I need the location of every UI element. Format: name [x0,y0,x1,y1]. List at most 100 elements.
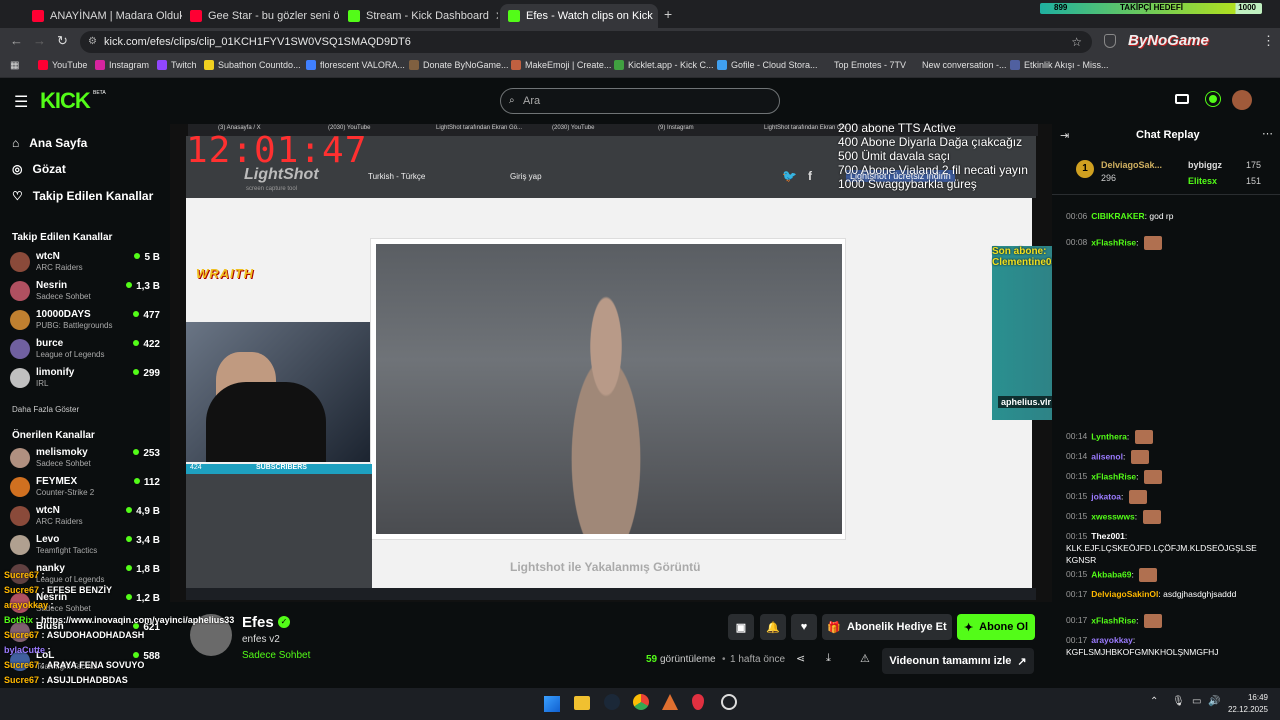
notify-button[interactable]: 🔔 [760,614,786,640]
youtube-icon [38,60,48,70]
back-icon[interactable]: ← [10,33,23,48]
nav-following[interactable]: ♡ Takip Edilen Kanallar [12,189,153,203]
share-icon[interactable]: ⋖ [796,652,805,665]
chat-timestamp: 00:15 [1066,491,1088,502]
chat-timestamp: 00:17 [1066,635,1088,645]
address-bar[interactable]: ⚙ kick.com/efes/clips/clip_01KCH1FYV1SW0… [80,31,1092,53]
nav-home[interactable]: ⌂ Ana Sayfa [12,136,87,150]
bookmark-item[interactable]: MakeEmoji | Create... [511,60,611,70]
chat-text: KLK.EJF.LÇSKEÖJFD.LÇÖFJM.KLDSEÖJGŞLSE KG… [1066,543,1257,565]
search-input[interactable]: ⌕ Ara [500,88,780,114]
channel-row[interactable]: Nesrin Sadece Sohbet 1,3 B [10,279,160,305]
lightshot-tagline: screen capture tool [246,186,298,192]
chat-username[interactable]: xFlashRise [1091,237,1136,247]
network-icon[interactable]: ▭ [1192,696,1201,707]
bookmark-item[interactable]: Twitch [157,60,197,70]
new-tab-icon[interactable]: + [664,6,672,22]
browser-tab-active[interactable]: Efes - Watch clips on Kick 🔊 ✕ [500,4,658,28]
mic-icon[interactable]: 🎙 [1172,696,1185,707]
channel-category: League of Legends [36,350,105,359]
close-icon[interactable]: ✕ [495,9,498,23]
clip-icon[interactable] [1175,94,1189,104]
chat-username[interactable]: xFlashRise [1091,471,1136,481]
app-icon[interactable] [662,694,678,710]
overlay-chat-line: Sucre67 : [4,570,45,580]
site-info-icon[interactable]: ⚙ [88,31,97,53]
steam-icon[interactable] [604,694,620,710]
browser-tab[interactable]: Gee Star - bu gözler seni özler... ✕ [182,4,340,28]
hamburger-menu-icon[interactable]: ☰ [14,92,28,112]
download-icon[interactable]: ⤓ [826,652,831,665]
channel-row[interactable]: melismoky Sadece Sohbet 253 [10,446,160,472]
channel-row[interactable]: 10000DAYS PUBG: Battlegrounds 477 [10,308,160,334]
channel-row[interactable]: FEYMEX Counter-Strike 2 112 [10,475,160,501]
collapse-chat-icon[interactable]: ⇥ [1060,129,1069,142]
forward-icon[interactable]: → [33,33,46,48]
chat-menu-icon[interactable]: ⋯ [1262,127,1273,140]
volume-icon[interactable]: 🔊 [1208,696,1220,707]
file-explorer-icon[interactable] [574,696,590,710]
reload-icon[interactable]: ↻ [57,33,68,49]
watch-full-video-button[interactable]: Videonun tamamını izle ↗ [882,648,1034,674]
bookmark-item[interactable]: florescent VALORA... [306,60,405,70]
bookmark-item[interactable]: Donate ByNoGame... [409,60,509,70]
show-more-link[interactable]: Daha Fazla Göster [12,405,79,414]
overlay-text: ASUDOHAODHADASH [46,630,145,640]
home-icon: ⌂ [12,136,20,150]
bookmark-item[interactable]: Gofile - Cloud Stora... [717,60,818,70]
kick-logo[interactable]: KICK [40,88,91,114]
chat-username[interactable]: Thez001 [1091,531,1125,541]
theater-mode-button[interactable]: ▣ [728,614,754,640]
channel-row[interactable]: limonify IRL 299 [10,366,160,392]
chat-username[interactable]: xwesswws [1091,511,1134,521]
menu-dots-icon[interactable]: ⋮ [1262,33,1275,49]
emote-icon [1130,450,1149,464]
goal-line: 400 Abone Diyarla Dağa çıakcağız [838,135,1023,149]
follow-button[interactable]: ♥ [791,614,817,640]
report-icon[interactable]: ⚠ [860,652,870,665]
gift-sub-button[interactable]: 🎁 Abonelik Hediye Et [822,614,952,640]
overlay-chat-line: Sucre67 : ASUJLDHADBDAS [4,675,128,685]
channel-row[interactable]: wtcN ARC Raiders 5 B [10,250,160,276]
subscribe-button[interactable]: ✦ Abone Ol [957,614,1035,640]
chat-username[interactable]: alisenol [1091,451,1123,461]
chrome-icon[interactable] [633,694,649,710]
channel-avatar [10,310,30,330]
clip-video-player[interactable]: (3) Anasayfa / X (2030) YouTube LightSho… [170,121,1280,602]
chat-username[interactable]: xFlashRise [1091,615,1136,625]
top-gifter-name: DelviagoSak... [1101,160,1163,170]
kick-coin-icon[interactable] [1205,91,1221,107]
channel-row[interactable]: burce League of Legends 422 [10,337,160,363]
obs-icon[interactable] [721,694,737,710]
channel-avatar [10,281,30,301]
bookmark-item[interactable]: Top Emotes - 7TV [834,60,906,70]
bookmark-item[interactable]: New conversation -... [922,60,1007,70]
follower-target: 1000 [1238,3,1256,12]
browser-tab[interactable]: Stream - Kick Dashboard ✕ [340,4,498,28]
chat-username[interactable]: CIBIKRAKER [1091,211,1144,221]
chat-username[interactable]: arayokkay [1091,635,1133,645]
tray-chevron-icon[interactable]: ⌃ [1150,696,1158,707]
shield-icon[interactable] [1104,34,1116,48]
twitch-icon [157,60,167,70]
channel-row[interactable]: Levo Teamfight Tactics 3,4 B [10,533,160,559]
bookmark-item[interactable]: Subathon Countdo... [204,60,301,70]
nav-browse[interactable]: ◎ Gözat [12,162,66,176]
windows-start-icon[interactable] [544,696,560,712]
chat-username[interactable]: jokatoa [1091,491,1121,501]
bookmark-star-icon[interactable]: ☆ [1071,31,1082,53]
bookmark-item[interactable]: Etkinlik Akışı - Miss... [1010,60,1109,70]
bookmark-item[interactable]: Kicklet.app - Kick C... [614,60,714,70]
channel-row[interactable]: wtcN ARC Raiders 4,9 B [10,504,160,530]
overlay-chat-line: Sucre67 : EFESE BENZİY [4,585,112,595]
chat-username[interactable]: Lynthera [1091,431,1127,441]
apps-grid-icon[interactable]: ▦ [10,60,19,71]
user-avatar[interactable] [1232,90,1252,110]
browser-tab[interactable]: ANAYİNAM | Madara Olduk #6... ✕ [24,4,182,28]
bookmark-item[interactable]: Instagram [95,60,149,70]
star-icon: ✦ [963,621,974,634]
bookmark-item[interactable]: YouTube [38,60,87,70]
valorant-icon[interactable] [692,694,704,710]
chat-username[interactable]: DelviagoSakinOl [1091,589,1158,599]
chat-username[interactable]: Akbaba69 [1091,569,1131,579]
